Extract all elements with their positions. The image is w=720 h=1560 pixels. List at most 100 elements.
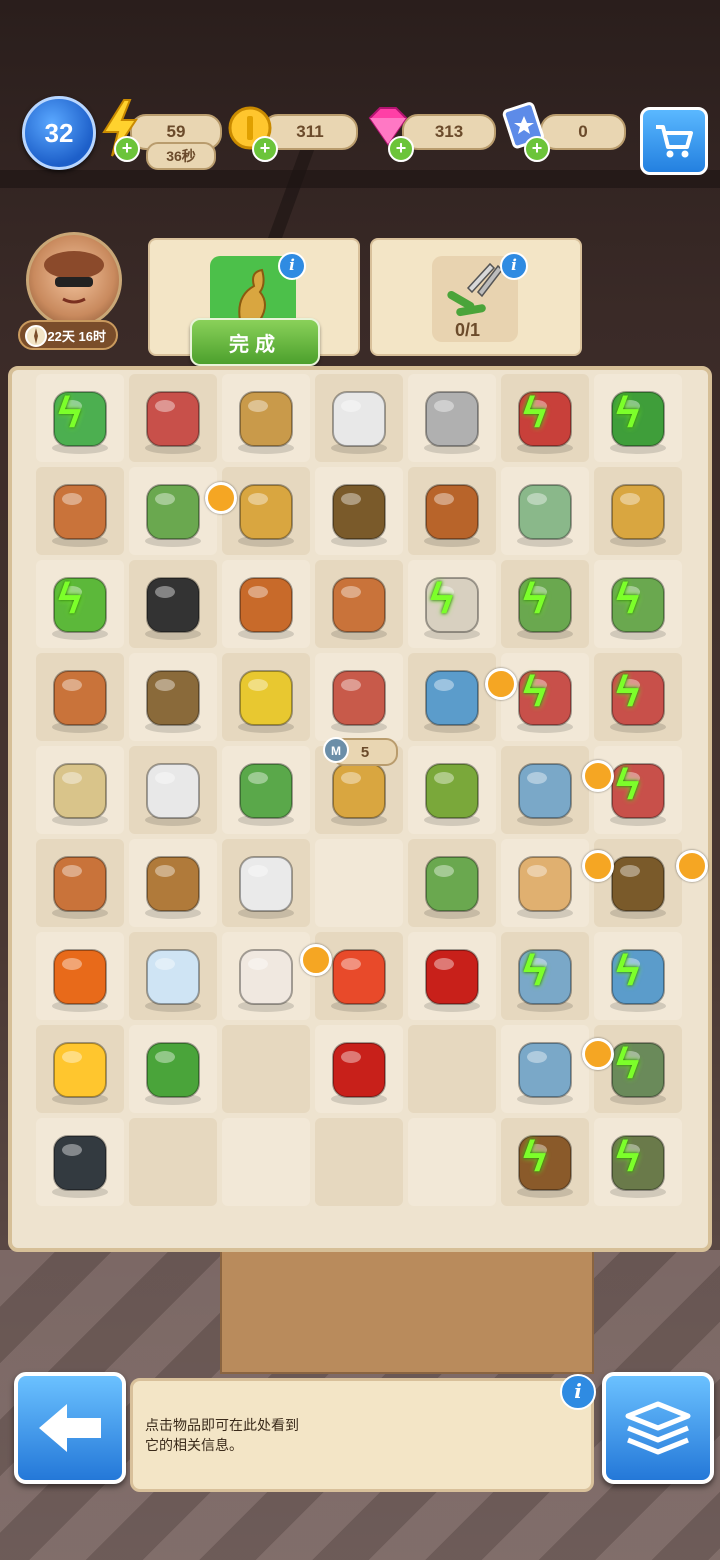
board-cell[interactable]: [315, 653, 403, 741]
tire-stack-icon: [145, 577, 201, 640]
board-cell[interactable]: [36, 1025, 124, 1113]
board-cell[interactable]: ϟ: [594, 653, 682, 741]
compass-icon: [25, 325, 47, 347]
board-cell: [222, 1118, 310, 1206]
character-face-icon: [44, 251, 104, 304]
board-cell[interactable]: [222, 746, 310, 834]
fireplace-icon: [331, 670, 387, 733]
board-cell[interactable]: [36, 653, 124, 741]
board-cell[interactable]: ϟ: [594, 1118, 682, 1206]
board-cell[interactable]: ϟ: [501, 653, 589, 741]
card-add-button[interactable]: +: [524, 136, 550, 162]
sapling-icon: [52, 577, 108, 640]
flower-pot-icon: [145, 484, 201, 547]
board-cell[interactable]: ϟ: [36, 560, 124, 648]
coin-value: 311: [296, 122, 324, 141]
board-cell[interactable]: [315, 932, 403, 1020]
board-cell[interactable]: ϟ: [594, 1025, 682, 1113]
gem-counter[interactable]: 313: [402, 114, 496, 150]
board-cell[interactable]: [36, 932, 124, 1020]
board-cell[interactable]: [129, 932, 217, 1020]
board-cell[interactable]: ϟ: [501, 560, 589, 648]
order-2-info-button[interactable]: i: [500, 252, 528, 280]
gem-add-button[interactable]: +: [388, 136, 414, 162]
board-cell[interactable]: [129, 746, 217, 834]
spinner-icon: M: [323, 737, 349, 763]
board-cell[interactable]: [36, 746, 124, 834]
pliers-icon: [145, 1042, 201, 1105]
board-cell[interactable]: ϟ: [594, 746, 682, 834]
wood-tray-icon: [424, 484, 480, 547]
glass-vase-icon: [145, 949, 201, 1012]
dresser-icon: [517, 856, 573, 919]
svg-text:M: M: [331, 744, 341, 758]
board-cell[interactable]: [222, 932, 310, 1020]
complete-order-button[interactable]: 完成: [190, 318, 320, 366]
flowering-plant-icon: [424, 856, 480, 919]
stone-pot-icon: [424, 577, 480, 640]
board-cell[interactable]: [501, 839, 589, 927]
board-cell[interactable]: [129, 653, 217, 741]
board-cell[interactable]: ϟ: [501, 374, 589, 462]
board-cell[interactable]: [594, 467, 682, 555]
saw-icon: [238, 763, 294, 826]
character-avatar[interactable]: [26, 232, 122, 328]
board-cell[interactable]: [408, 467, 496, 555]
board-cell[interactable]: ϟ: [594, 560, 682, 648]
board-cell[interactable]: [501, 467, 589, 555]
board-cell[interactable]: [129, 839, 217, 927]
info-panel-info-button[interactable]: i: [560, 1374, 596, 1410]
stopwatch-icon: [300, 944, 332, 976]
inventory-button[interactable]: [602, 1372, 714, 1484]
board-cell[interactable]: [36, 467, 124, 555]
board-cell[interactable]: ϟ: [594, 374, 682, 462]
player-level-badge[interactable]: 32: [22, 96, 96, 170]
board-cell[interactable]: [129, 374, 217, 462]
board-cell[interactable]: [315, 1025, 403, 1113]
order-1-info-button[interactable]: i: [278, 252, 306, 280]
board-cell[interactable]: ϟ: [408, 560, 496, 648]
board-cell[interactable]: ϟ: [36, 374, 124, 462]
board-cell[interactable]: [315, 374, 403, 462]
card-counter[interactable]: 0: [540, 114, 626, 150]
gem-value: 313: [434, 122, 464, 141]
board-cell[interactable]: [222, 560, 310, 648]
bread-icon: [238, 391, 294, 454]
board-cell[interactable]: [36, 839, 124, 927]
order-2-progress: 0/1: [455, 320, 481, 340]
board-cell[interactable]: ϟ: [501, 1118, 589, 1206]
board-cell[interactable]: [36, 1118, 124, 1206]
board-cell[interactable]: [222, 467, 310, 555]
item-count-badge: M 5: [323, 737, 398, 766]
board-cell[interactable]: [315, 560, 403, 648]
board-cell[interactable]: [129, 560, 217, 648]
board-cell[interactable]: [222, 653, 310, 741]
energy-value: 59: [166, 122, 186, 141]
board-cell[interactable]: [222, 839, 310, 927]
board-cell[interactable]: ϟ: [594, 932, 682, 1020]
board-cell[interactable]: [129, 1025, 217, 1113]
back-button[interactable]: [14, 1372, 126, 1484]
tool-bucket-icon: [517, 1135, 573, 1198]
board-cell[interactable]: [408, 746, 496, 834]
board-cell[interactable]: [129, 467, 217, 555]
board-cell[interactable]: [408, 653, 496, 741]
board-cell[interactable]: [222, 374, 310, 462]
board-cell[interactable]: [315, 467, 403, 555]
coin-add-button[interactable]: +: [252, 136, 278, 162]
board-cell[interactable]: [408, 932, 496, 1020]
board-cell[interactable]: [408, 839, 496, 927]
board-cell[interactable]: ϟ: [501, 932, 589, 1020]
handle-icon: [238, 484, 294, 547]
shop-button[interactable]: [640, 107, 708, 175]
red-car-icon: [517, 670, 573, 733]
blue-bowl-icon: [610, 949, 666, 1012]
red-toolbox-icon: [517, 391, 573, 454]
event-timer-text: 22天 16时: [47, 328, 106, 344]
board-cell[interactable]: [501, 746, 589, 834]
board-cell[interactable]: [501, 1025, 589, 1113]
energy-add-button[interactable]: +: [114, 136, 140, 162]
white-vase-icon: [238, 856, 294, 919]
board-cell[interactable]: [408, 374, 496, 462]
shrub-icon: [610, 391, 666, 454]
